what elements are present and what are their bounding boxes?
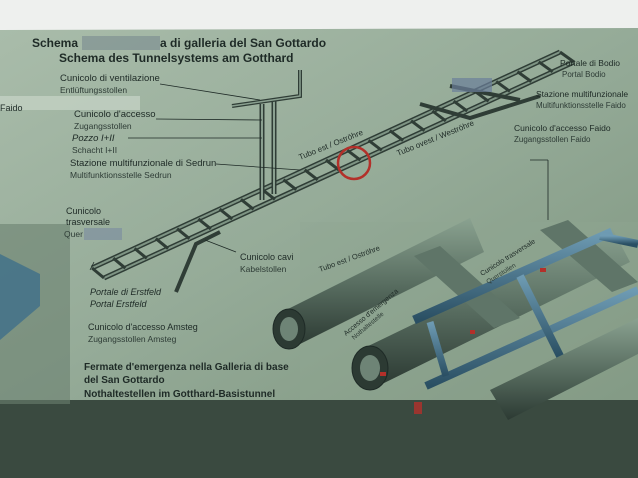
- label-glitch: [84, 228, 122, 240]
- label-shaft-de: Schacht I+II: [72, 145, 117, 155]
- label-ventilation-de: Entlüftungsstollen: [60, 85, 127, 95]
- caption-it-1: Fermate d'emergenza nella Galleria di ba…: [84, 362, 289, 373]
- label-bodio-it: Portale di Bodio: [560, 58, 620, 68]
- label-amsteg-it: Cunicolo d'accesso Amsteg: [88, 322, 198, 332]
- label-cables-de: Kabelstollen: [240, 264, 287, 274]
- bottom-shadow: [0, 400, 638, 478]
- label-faido-access-de: Zugangsstollen Faido: [514, 135, 591, 144]
- label-bodio-de: Portal Bodio: [562, 70, 606, 79]
- label-cross-de: Quer: [64, 229, 83, 239]
- label-access-de: Zugangsstollen: [74, 121, 132, 131]
- label-ventilation-it: Cunicolo di ventilazione: [60, 73, 160, 84]
- label-amsteg-de: Zugangsstollen Amsteg: [88, 334, 177, 344]
- label-sedrun-it: Stazione multifunzionale di Sedrun: [70, 158, 216, 169]
- title-it-prefix: Schema: [32, 36, 78, 50]
- label-faido-access-it: Cunicolo d'accesso Faido: [514, 123, 611, 133]
- label-faido-left: Faido: [0, 103, 23, 113]
- photo-of-tunnel-diagram-poster: Schema a di galleria del San Gottardo Sc…: [0, 0, 638, 478]
- label-faido-multi-de: Multifunktionsstelle Faido: [536, 101, 626, 110]
- label-cables-it: Cunicolo cavi: [240, 252, 294, 262]
- label-cross-it-2: trasversale: [66, 217, 110, 227]
- label-erstfeld-de: Portal Erstfeld: [90, 299, 148, 309]
- label-faido-multi-it: Stazione multifunzionale: [536, 89, 628, 99]
- title-glitch: [82, 36, 160, 50]
- label-cross-it-1: Cunicolo: [66, 206, 101, 216]
- caption-de: Nothaltestellen im Gotthard-Basistunnel: [84, 389, 275, 400]
- label-access-it: Cunicolo d'accesso: [74, 109, 156, 120]
- title-it: a di galleria del San Gottardo: [160, 36, 326, 50]
- label-sedrun-de: Multifunktionsstelle Sedrun: [70, 170, 172, 180]
- label-erstfeld-it: Portale di Erstfeld: [90, 287, 162, 297]
- caption-it-2: del San Gottardo: [84, 375, 165, 386]
- label-shaft-it: Pozzo I+II: [72, 133, 115, 144]
- title-de: Schema des Tunnelsystems am Gotthard: [59, 51, 294, 65]
